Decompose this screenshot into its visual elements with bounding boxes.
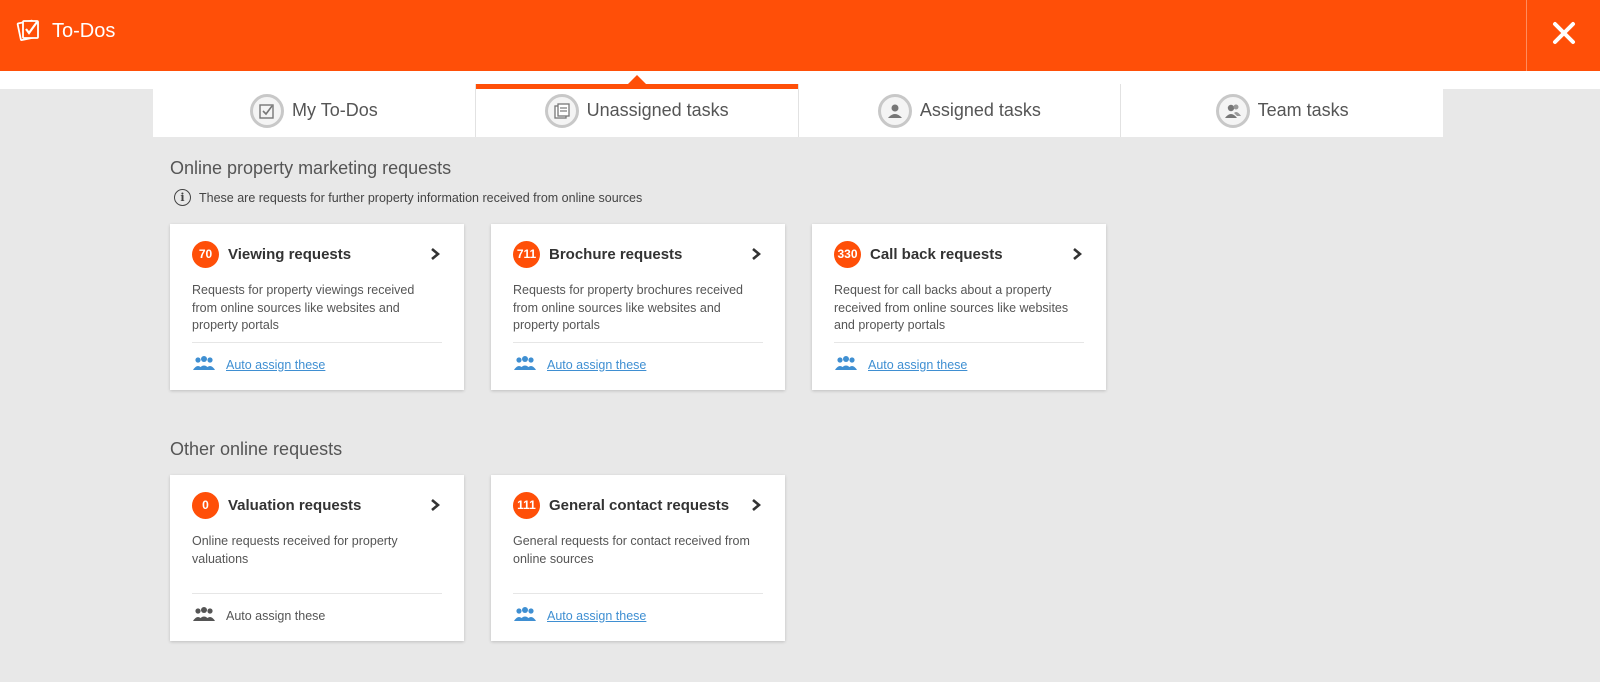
info-icon: i xyxy=(174,189,191,206)
info-note: i These are requests for further propert… xyxy=(174,189,642,206)
divider xyxy=(513,593,763,594)
card-footer: Auto assign these xyxy=(192,606,325,625)
card-title: Viewing requests xyxy=(228,245,352,263)
card-header-link[interactable]: 711 Brochure requests xyxy=(513,240,763,268)
divider xyxy=(834,342,1084,343)
divider xyxy=(513,342,763,343)
card-description: General requests for contact received fr… xyxy=(513,534,750,566)
auto-assign-link[interactable]: Auto assign these xyxy=(547,609,646,623)
count-badge: 330 xyxy=(834,240,861,268)
checklist-icon xyxy=(250,93,285,128)
group-icon xyxy=(192,355,216,374)
card-title: Call back requests xyxy=(870,245,1003,263)
section-title-other-online: Other online requests xyxy=(170,439,343,459)
card-title: General contact requests xyxy=(549,496,730,514)
card-description: Requests for property viewings received … xyxy=(192,283,415,332)
count-badge: 711 xyxy=(513,240,540,268)
auto-assign-link[interactable]: Auto assign these xyxy=(226,358,325,372)
card-title: Valuation requests xyxy=(228,496,362,514)
header-bar: To-Dos xyxy=(0,0,1600,71)
card-footer: Auto assign these xyxy=(513,606,646,625)
chevron-right-icon xyxy=(751,498,763,512)
auto-assign-link[interactable]: Auto assign these xyxy=(868,358,967,372)
card-call-back-requests: 330 Call back requests Request for call … xyxy=(812,224,1106,390)
chevron-right-icon xyxy=(1072,247,1084,261)
card-general-contact-requests: 111 General contact requests General req… xyxy=(491,475,785,641)
tab-bar: My To-Dos Unassigned tasks Assigned task… xyxy=(153,75,1443,137)
card-header-link[interactable]: 111 General contact requests xyxy=(513,491,763,519)
card-brochure-requests: 711 Brochure requests Requests for prope… xyxy=(491,224,785,390)
tab-my-todos[interactable]: My To-Dos xyxy=(153,84,476,137)
card-valuation-requests: 0 Valuation requests Online requests rec… xyxy=(170,475,464,641)
tab-label: Assigned tasks xyxy=(919,100,1041,120)
divider xyxy=(192,593,442,594)
card-footer: Auto assign these xyxy=(192,355,325,374)
documents-icon xyxy=(544,93,579,128)
close-button[interactable] xyxy=(1526,0,1600,71)
chevron-right-icon xyxy=(430,498,442,512)
card-description: Online requests received for property va… xyxy=(192,534,398,566)
page-title: To-Dos xyxy=(52,19,116,42)
tab-label: My To-Dos xyxy=(292,100,378,120)
chevron-right-icon xyxy=(751,247,763,261)
section-title-online-marketing: Online property marketing requests xyxy=(170,158,452,178)
team-icon xyxy=(1215,93,1250,128)
tab-unassigned-tasks[interactable]: Unassigned tasks xyxy=(475,75,799,137)
chevron-right-icon xyxy=(430,247,442,261)
count-badge: 0 xyxy=(192,491,219,519)
todo-checklist-icon xyxy=(16,16,42,47)
tab-assigned-tasks[interactable]: Assigned tasks xyxy=(799,84,1122,137)
card-footer: Auto assign these xyxy=(834,355,967,374)
close-icon xyxy=(1552,21,1576,50)
card-viewing-requests: 70 Viewing requests Requests for propert… xyxy=(170,224,464,390)
card-description: Request for call backs about a property … xyxy=(834,283,1069,332)
card-footer: Auto assign these xyxy=(513,355,646,374)
card-description: Requests for property brochures received… xyxy=(513,283,743,332)
card-header-link[interactable]: 70 Viewing requests xyxy=(192,240,442,268)
tab-label: Team tasks xyxy=(1257,100,1349,120)
tab-team-tasks[interactable]: Team tasks xyxy=(1121,84,1443,137)
divider xyxy=(192,342,442,343)
info-text: These are requests for further property … xyxy=(199,190,643,205)
group-icon xyxy=(834,355,858,374)
card-header-link[interactable]: 0 Valuation requests xyxy=(192,491,442,519)
group-icon xyxy=(513,606,537,625)
header-title-group: To-Dos xyxy=(16,14,115,48)
auto-assign-disabled: Auto assign these xyxy=(226,608,326,623)
tab-label: Unassigned tasks xyxy=(586,100,729,120)
card-title: Brochure requests xyxy=(549,245,683,263)
group-icon xyxy=(192,606,216,625)
count-badge: 70 xyxy=(192,240,219,268)
auto-assign-link[interactable]: Auto assign these xyxy=(547,358,646,372)
count-badge: 111 xyxy=(513,491,540,519)
group-icon xyxy=(513,355,537,374)
card-header-link[interactable]: 330 Call back requests xyxy=(834,240,1084,268)
person-icon xyxy=(877,93,912,128)
